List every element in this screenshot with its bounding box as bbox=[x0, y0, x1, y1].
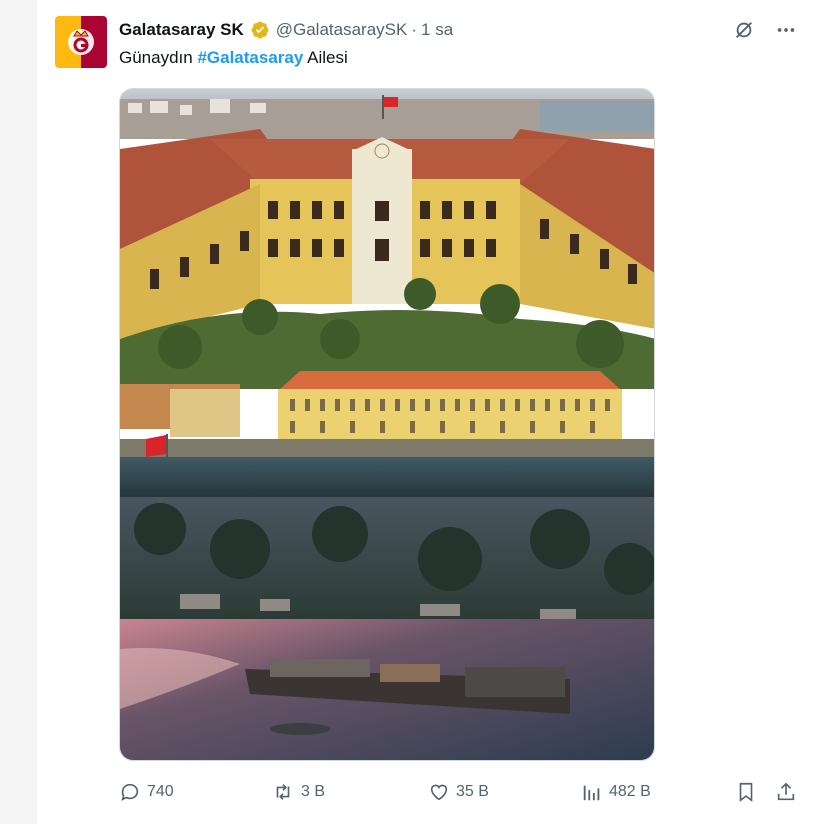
share-icon bbox=[777, 782, 795, 801]
post-image[interactable] bbox=[119, 88, 655, 761]
galatasaray-crest-icon bbox=[55, 16, 107, 68]
share-button[interactable] bbox=[775, 781, 797, 803]
grok-icon[interactable] bbox=[732, 18, 756, 42]
repost-icon bbox=[276, 784, 290, 800]
bookmark-button[interactable] bbox=[735, 781, 757, 803]
verified-badge-icon bbox=[250, 20, 270, 40]
bookmark-icon bbox=[739, 782, 753, 802]
repost-button[interactable]: 3 B bbox=[271, 781, 325, 803]
tweet-card[interactable]: Galatasaray SK @GalatasaraySK · 1 sa Gün… bbox=[36, 0, 820, 824]
views-count: 482 B bbox=[609, 783, 651, 800]
tweet-text: Günaydın #Galatasaray Ailesi bbox=[119, 48, 348, 68]
avatar[interactable] bbox=[55, 16, 107, 68]
repost-count: 3 B bbox=[301, 783, 326, 800]
handle[interactable]: @GalatasaraySK bbox=[276, 20, 408, 40]
tweet-text-end: Ailesi bbox=[303, 48, 348, 67]
hashtag-link[interactable]: #Galatasaray bbox=[197, 48, 303, 67]
post-header: Galatasaray SK @GalatasaraySK · 1 sa bbox=[119, 18, 453, 42]
timestamp[interactable]: 1 sa bbox=[421, 20, 453, 40]
like-count: 35 B bbox=[456, 783, 489, 800]
tweet-text-start: Günaydın bbox=[119, 48, 198, 67]
reply-icon bbox=[121, 783, 139, 801]
top-right-controls bbox=[732, 18, 798, 42]
aerial-school-photo bbox=[120, 89, 654, 760]
separator-dot: · bbox=[411, 20, 418, 39]
heart-icon bbox=[430, 784, 448, 801]
analytics-icon bbox=[583, 785, 600, 801]
reply-count: 740 bbox=[147, 783, 174, 800]
views-button[interactable]: 482 B bbox=[581, 781, 651, 803]
display-name[interactable]: Galatasaray SK bbox=[119, 20, 244, 40]
reply-button[interactable]: 740 bbox=[119, 781, 174, 803]
like-button[interactable]: 35 B bbox=[428, 781, 489, 803]
more-icon[interactable] bbox=[774, 18, 798, 42]
action-bar: 740 3 B 35 B 482 B bbox=[119, 776, 799, 808]
